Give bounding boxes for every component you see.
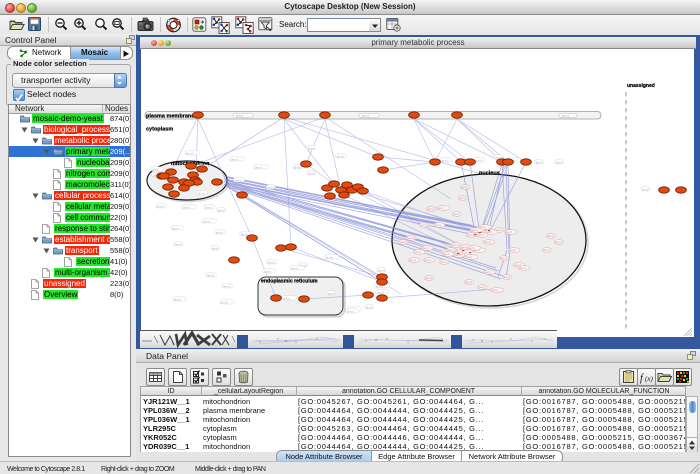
svg-text:[a-m]: [a-m] (308, 146, 315, 150)
svg-text:[a-m]: [a-m] (475, 158, 482, 162)
svg-text:[a-m]: [a-m] (421, 223, 427, 227)
svg-text:[a-m]: [a-m] (203, 219, 210, 223)
svg-text:[a-m]: [a-m] (462, 185, 468, 189)
svg-text:(x): (x) (645, 375, 653, 383)
svg-text:[a-m]: [a-m] (544, 248, 550, 252)
svg-text:[a-m]: [a-m] (347, 309, 354, 313)
svg-text:[a-m]: [a-m] (366, 305, 373, 309)
svg-text:[a-m]: [a-m] (174, 297, 181, 301)
svg-text:[a-m]: [a-m] (428, 207, 434, 211)
svg-text:[a-m]: [a-m] (461, 245, 467, 249)
svg-text:[a-m]: [a-m] (478, 233, 484, 237)
svg-text:[a-m]: [a-m] (469, 246, 475, 250)
svg-text:[a-m]: [a-m] (556, 160, 563, 164)
svg-text:[a-m]: [a-m] (536, 160, 543, 164)
svg-text:endoplasmic reticulum: endoplasmic reticulum (261, 279, 318, 285)
svg-text:[a-m]: [a-m] (236, 114, 243, 118)
svg-text:[a-m]: [a-m] (231, 157, 238, 161)
svg-text:nucleus: nucleus (479, 171, 500, 177)
svg-text:[a-m]: [a-m] (460, 196, 466, 200)
svg-text:[a-m]: [a-m] (221, 300, 228, 304)
svg-text:[a-m]: [a-m] (218, 208, 225, 212)
svg-text:[a-m]: [a-m] (152, 167, 159, 171)
svg-text:[a-m]: [a-m] (377, 290, 384, 294)
svg-text:[a-m]: [a-m] (175, 242, 182, 246)
svg-text:[a-m]: [a-m] (294, 165, 301, 169)
svg-text:[a-m]: [a-m] (454, 212, 460, 216)
svg-text:[a-m]: [a-m] (438, 206, 444, 210)
svg-text:[a-m]: [a-m] (556, 240, 562, 244)
svg-text:[a-m]: [a-m] (183, 205, 190, 209)
svg-text:[a-m]: [a-m] (548, 234, 554, 238)
svg-text:[a-m]: [a-m] (466, 280, 472, 284)
svg-text:[a-m]: [a-m] (480, 225, 486, 229)
svg-text:[a-m]: [a-m] (441, 158, 448, 162)
svg-text:[a-m]: [a-m] (423, 246, 429, 250)
svg-text:[a-m]: [a-m] (326, 255, 333, 259)
svg-text:[a-m]: [a-m] (520, 266, 526, 270)
svg-text:[a-m]: [a-m] (501, 256, 507, 260)
svg-text:[a-m]: [a-m] (283, 296, 290, 300)
svg-text:[a-m]: [a-m] (308, 171, 315, 175)
svg-text:[a-m]: [a-m] (441, 260, 447, 264)
svg-text:[a-m]: [a-m] (216, 230, 223, 234)
svg-text:[a-m]: [a-m] (479, 285, 485, 289)
svg-text:[a-m]: [a-m] (268, 185, 275, 189)
svg-text:unassigned: unassigned (627, 83, 655, 89)
svg-text:[a-m]: [a-m] (378, 268, 385, 272)
svg-text:[a-m]: [a-m] (264, 269, 271, 273)
svg-text:[a-m]: [a-m] (453, 243, 459, 247)
svg-text:[a-m]: [a-m] (466, 255, 472, 259)
svg-text:[a-m]: [a-m] (504, 275, 510, 279)
svg-text:[a-m]: [a-m] (198, 191, 205, 195)
svg-text:[a-m]: [a-m] (205, 205, 212, 209)
svg-text:[a-m]: [a-m] (472, 228, 478, 232)
svg-text:[a-m]: [a-m] (415, 250, 421, 254)
svg-text:[a-m]: [a-m] (172, 226, 179, 230)
svg-text:[a-m]: [a-m] (510, 248, 516, 252)
svg-text:[a-m]: [a-m] (562, 114, 569, 118)
svg-text:[a-m]: [a-m] (492, 288, 498, 292)
svg-text:[a-m]: [a-m] (268, 260, 275, 264)
svg-text:[a-m]: [a-m] (212, 246, 219, 250)
svg-text:[a-m]: [a-m] (425, 258, 431, 262)
svg-text:[a-m]: [a-m] (426, 276, 432, 280)
svg-text:[a-m]: [a-m] (255, 165, 262, 169)
svg-text:[a-m]: [a-m] (337, 154, 344, 158)
svg-text:f: f (640, 373, 644, 384)
svg-text:[a-m]: [a-m] (328, 291, 335, 295)
svg-text:[a-m]: [a-m] (485, 270, 491, 274)
svg-text:[a-m]: [a-m] (468, 233, 474, 237)
svg-text:[a-m]: [a-m] (186, 151, 193, 155)
svg-text:[a-m]: [a-m] (435, 223, 441, 227)
svg-text:[a-m]: [a-m] (157, 204, 164, 208)
svg-text:[a-m]: [a-m] (235, 178, 242, 182)
svg-text:plasma membrane: plasma membrane (146, 114, 194, 120)
svg-text:[a-m]: [a-m] (362, 114, 369, 118)
svg-text:cytoplasm: cytoplasm (146, 127, 173, 133)
svg-text:[a-m]: [a-m] (400, 240, 406, 244)
svg-text:[a-m]: [a-m] (223, 284, 230, 288)
svg-text:[a-m]: [a-m] (444, 252, 450, 256)
svg-text:[a-m]: [a-m] (207, 273, 214, 277)
svg-text:[a-m]: [a-m] (241, 232, 248, 236)
svg-text:[a-m]: [a-m] (506, 230, 512, 234)
svg-text:[a-m]: [a-m] (410, 258, 416, 262)
svg-text:[a-m]: [a-m] (642, 187, 649, 191)
svg-text:[a-m]: [a-m] (291, 266, 298, 270)
svg-text:[a-m]: [a-m] (408, 236, 414, 240)
svg-text:[a-m]: [a-m] (448, 248, 454, 252)
svg-text:[a-m]: [a-m] (485, 240, 491, 244)
